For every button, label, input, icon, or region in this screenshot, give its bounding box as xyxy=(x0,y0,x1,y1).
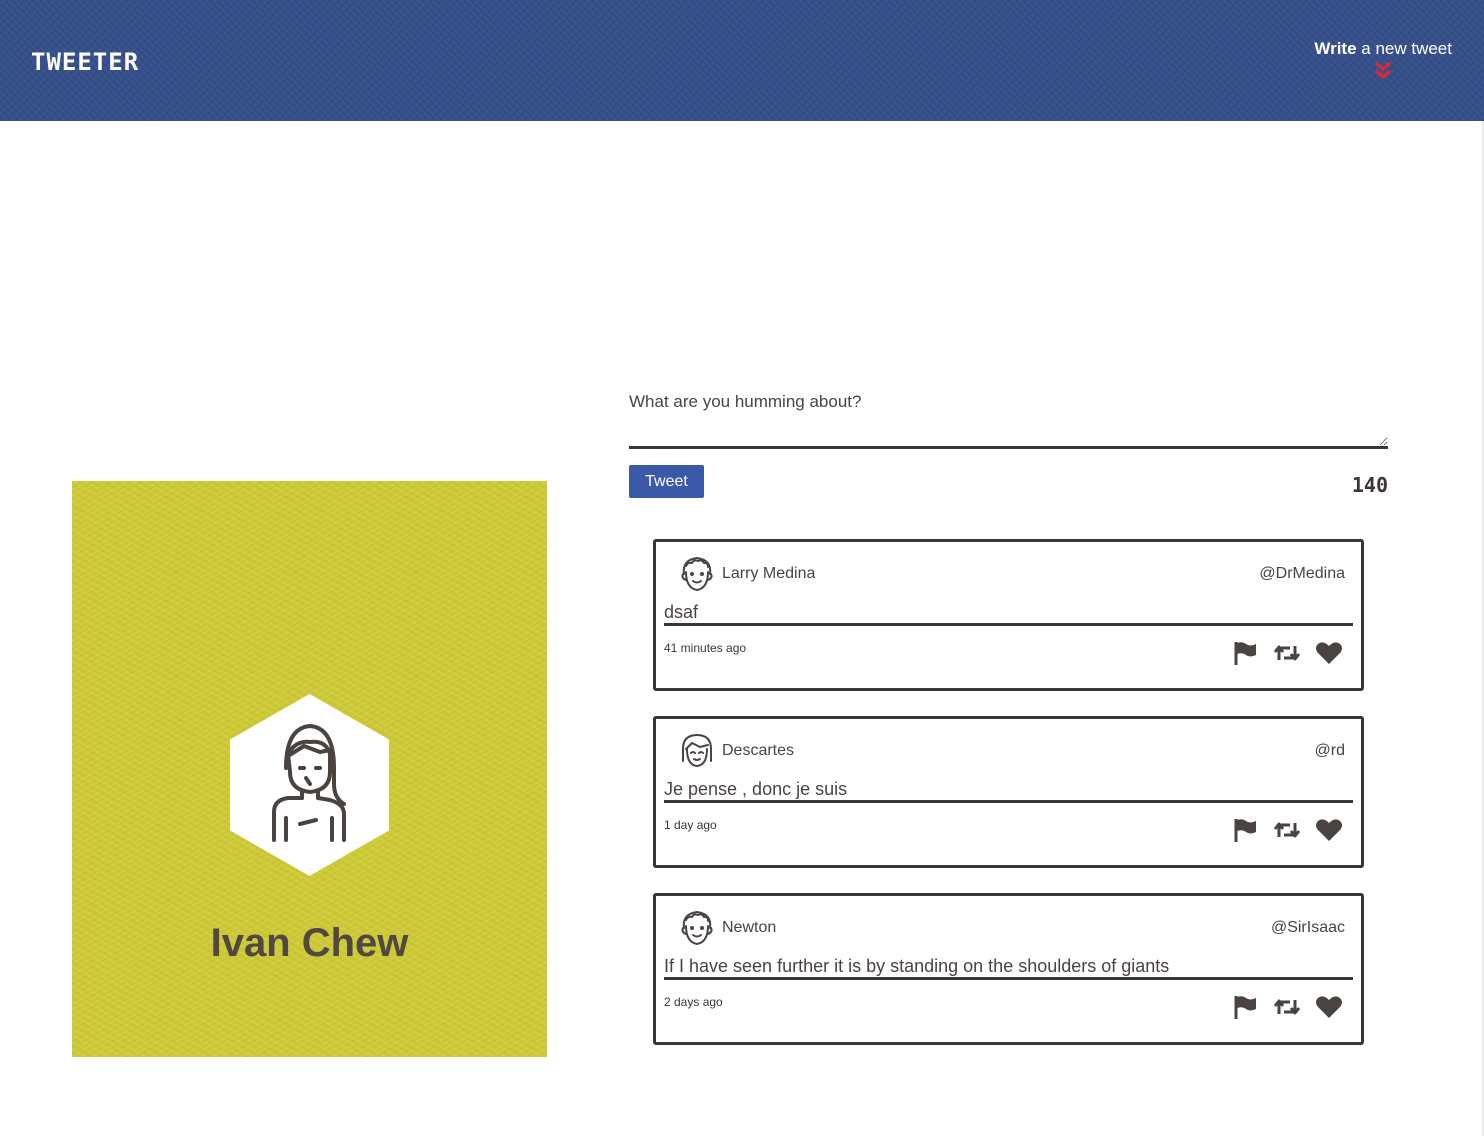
heart-icon[interactable] xyxy=(1314,640,1344,666)
tweet-content: dsaf xyxy=(664,601,1353,626)
tweet-card: Descartes @rd Je pense , donc je suis 1 … xyxy=(653,716,1364,868)
tweet-author-handle: @SirIsaac xyxy=(1270,919,1345,936)
tweet-actions xyxy=(1230,817,1344,843)
tweet-avatar-icon xyxy=(678,554,716,594)
write-new-tweet-toggle[interactable]: Write a new tweet xyxy=(1314,38,1452,82)
flag-icon[interactable] xyxy=(1230,994,1260,1020)
profile-card: Ivan Chew xyxy=(72,481,547,1057)
tweet-card: Larry Medina @DrMedina dsaf 41 minutes a… xyxy=(653,539,1364,691)
tweet-author-name: Descartes xyxy=(722,742,795,759)
retweet-icon[interactable] xyxy=(1272,640,1302,666)
tweet-author-name: Newton xyxy=(722,919,777,936)
app-logo[interactable]: TWEETER xyxy=(31,48,139,76)
heart-icon[interactable] xyxy=(1314,994,1344,1020)
retweet-icon[interactable] xyxy=(1272,994,1302,1020)
user-avatar-icon xyxy=(230,694,389,876)
tweet-author-handle: @rd xyxy=(1314,742,1345,759)
flag-icon[interactable] xyxy=(1230,817,1260,843)
profile-name: Ivan Chew xyxy=(210,921,409,965)
write-new-tweet-label-bold: Write xyxy=(1314,39,1357,58)
char-counter: 140 xyxy=(1351,473,1388,497)
tweet-composer: Tweet 140 xyxy=(629,380,1388,498)
tweet-actions xyxy=(1230,994,1344,1020)
tweet-timestamp: 41 minutes ago xyxy=(664,641,747,655)
tweet-avatar-icon xyxy=(678,908,716,948)
tweet-avatar-icon xyxy=(678,731,716,771)
tweet-actions xyxy=(1230,640,1344,666)
tweet-author-handle: @DrMedina xyxy=(1259,565,1345,582)
tweet-timestamp: 1 day ago xyxy=(664,818,717,832)
tweet-timestamp: 2 days ago xyxy=(664,995,723,1009)
flag-icon[interactable] xyxy=(1230,640,1260,666)
retweet-icon[interactable] xyxy=(1272,817,1302,843)
double-chevron-down-icon[interactable] xyxy=(1372,60,1394,82)
top-nav-bar: TWEETER Write a new tweet xyxy=(0,0,1484,121)
write-new-tweet-label[interactable]: Write a new tweet xyxy=(1314,38,1452,60)
tweet-content: Je pense , donc je suis xyxy=(664,778,1353,803)
tweet-submit-button[interactable]: Tweet xyxy=(629,465,704,498)
tweet-author-name: Larry Medina xyxy=(722,565,816,582)
tweet-card: Newton @SirIsaac If I have seen further … xyxy=(653,893,1364,1045)
tweet-input[interactable] xyxy=(629,380,1388,449)
tweet-content: If I have seen further it is by standing… xyxy=(664,955,1353,980)
write-new-tweet-label-rest: a new tweet xyxy=(1356,39,1452,58)
heart-icon[interactable] xyxy=(1314,817,1344,843)
